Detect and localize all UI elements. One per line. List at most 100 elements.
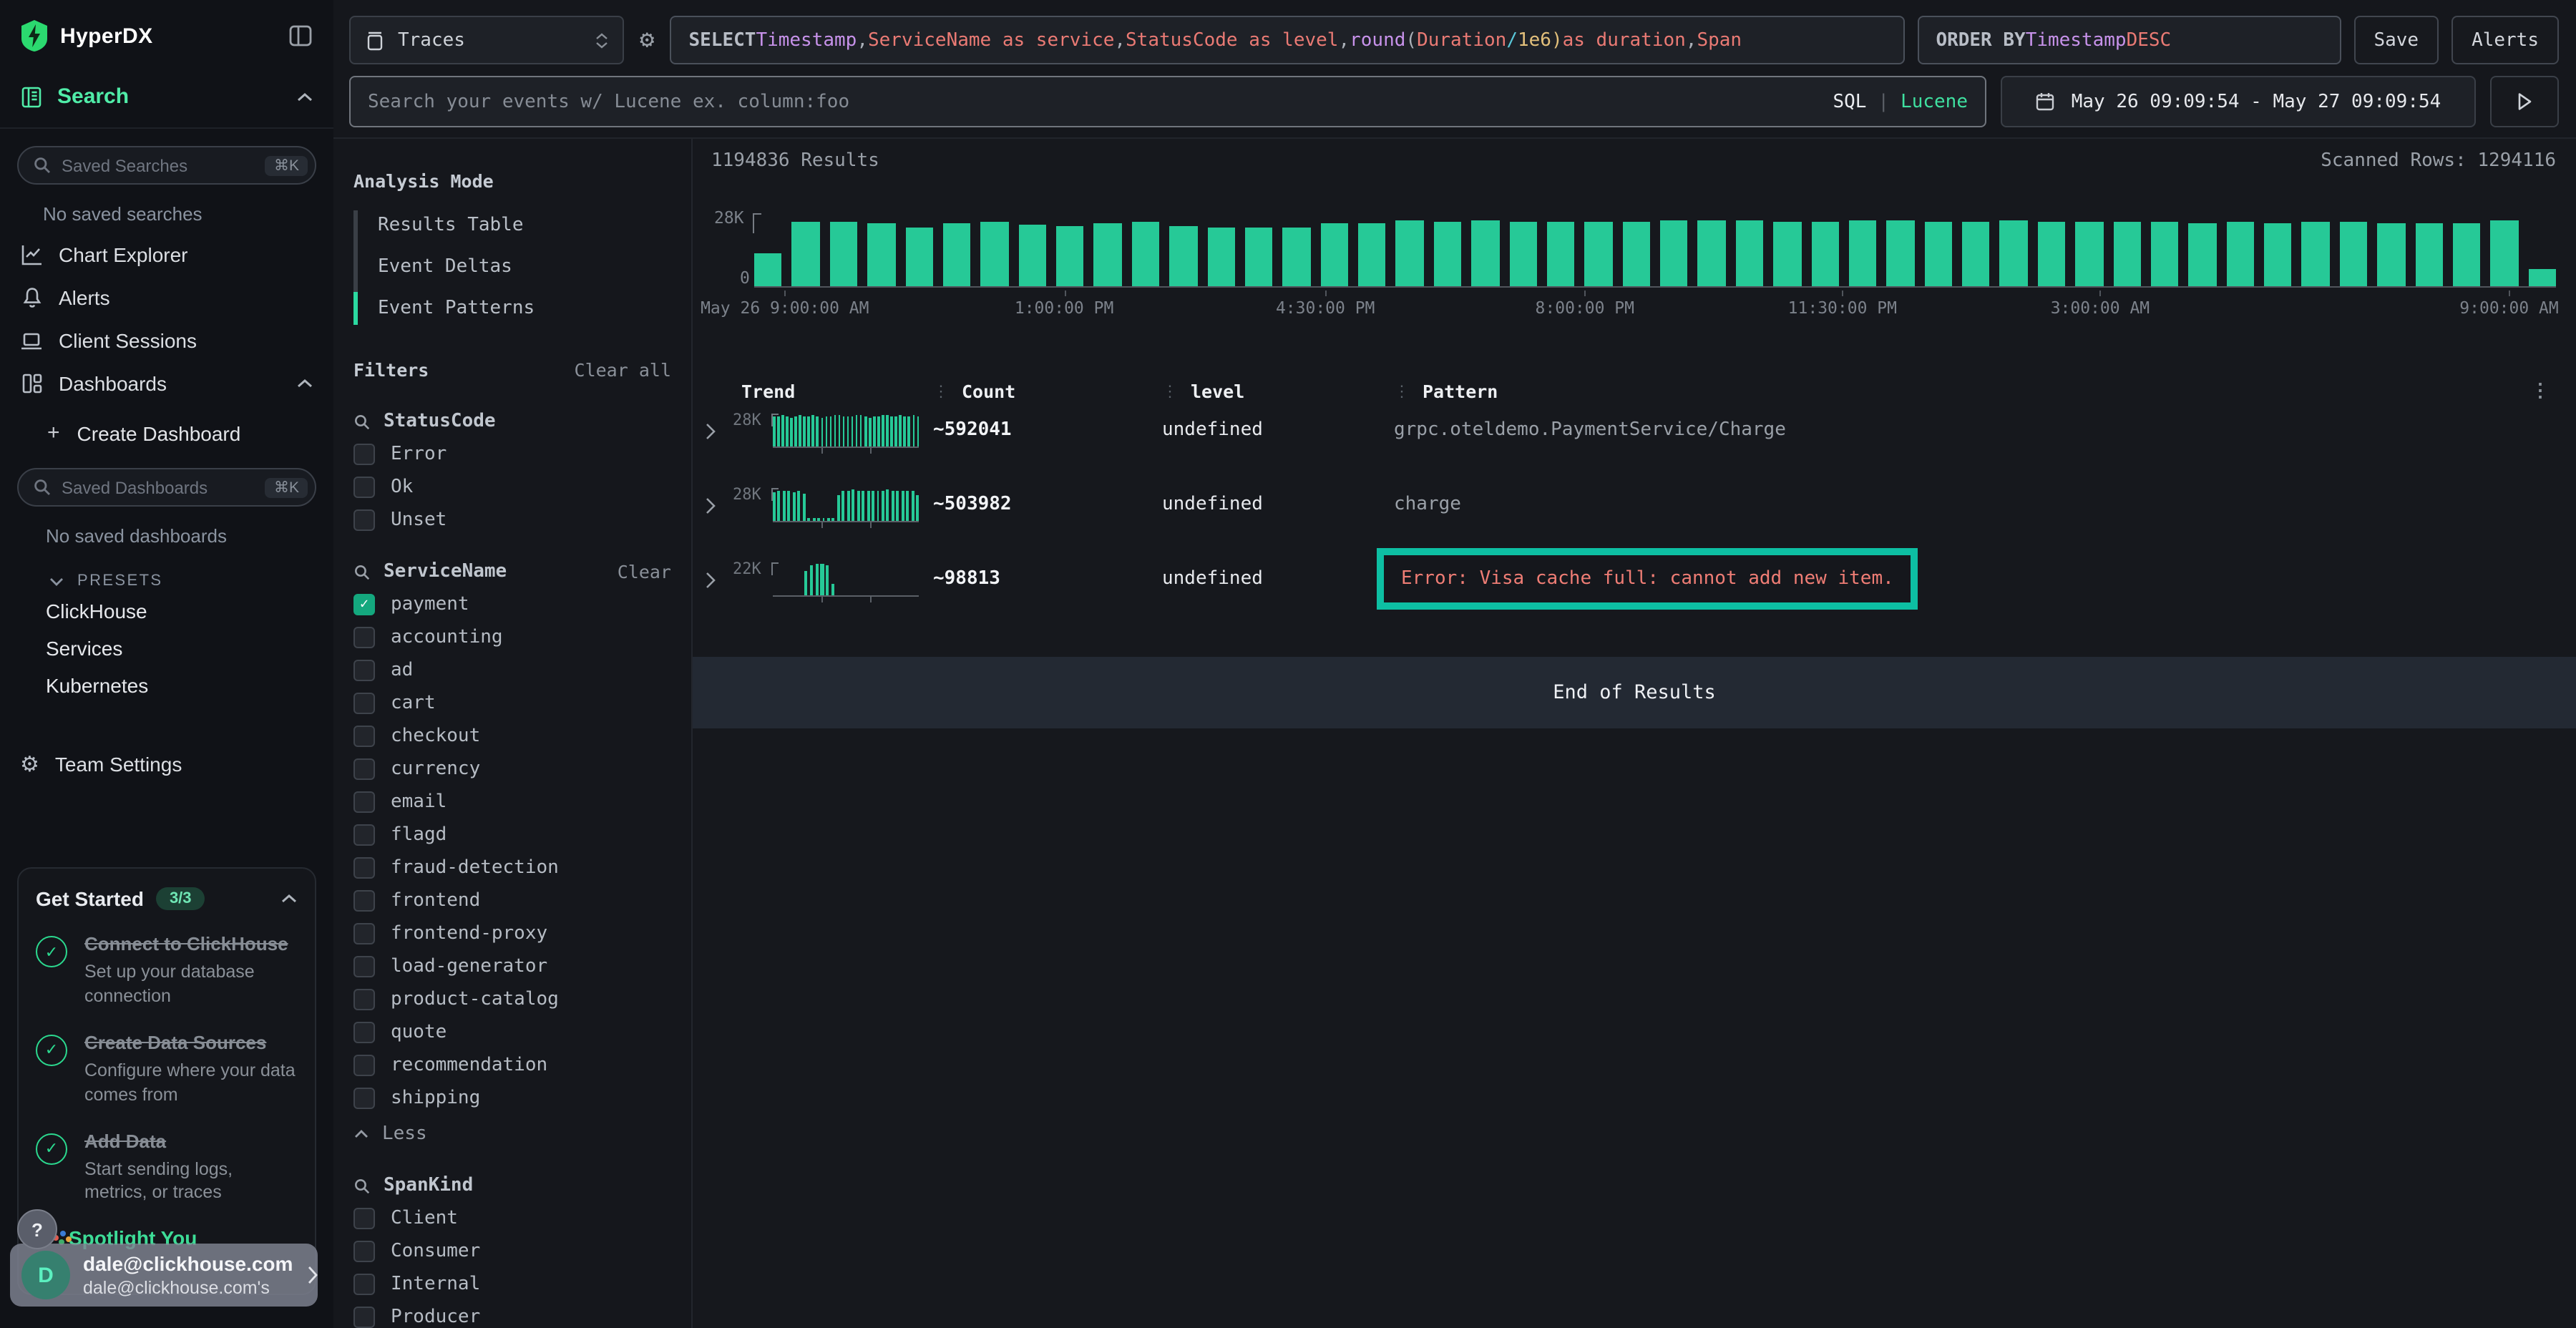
checkbox-icon[interactable]: [353, 627, 375, 648]
checkbox-icon[interactable]: [353, 477, 375, 498]
preset-item-services[interactable]: Services: [0, 630, 333, 667]
checkbox-icon[interactable]: [353, 444, 375, 465]
filter-option[interactable]: Consumer: [353, 1241, 671, 1262]
filter-option[interactable]: email: [353, 791, 671, 813]
filter-option[interactable]: Error: [353, 444, 671, 465]
source-selector[interactable]: Traces: [349, 16, 624, 64]
filter-option[interactable]: product-catalog: [353, 989, 671, 1010]
filter-option[interactable]: cart: [353, 693, 671, 714]
filter-option[interactable]: ✓payment: [353, 594, 671, 615]
row-expand-chevron-icon[interactable]: [698, 485, 733, 542]
checkbox-icon[interactable]: [353, 923, 375, 944]
checkbox-icon[interactable]: [353, 693, 375, 714]
pattern-row[interactable]: 22K~98813undefinedError: Visa cache full…: [698, 560, 2556, 617]
filter-option[interactable]: currency: [353, 758, 671, 780]
column-handle-icon[interactable]: ⋮: [1162, 381, 1178, 400]
get-started-item[interactable]: ✓ Add Data Start sending logs, metrics, …: [36, 1128, 298, 1206]
lucene-toggle-label[interactable]: Lucene: [1901, 91, 1968, 112]
pattern-row[interactable]: 28K~592041undefinedgrpc.oteldemo.Payment…: [698, 411, 2556, 468]
sidebar-item-chart-explorer[interactable]: Chart Explorer: [0, 233, 333, 276]
column-handle-icon[interactable]: ⋮: [1394, 381, 1410, 400]
user-menu[interactable]: D dale@clickhouse.com dale@clickhouse.co…: [10, 1244, 318, 1307]
alerts-button[interactable]: Alerts: [2451, 16, 2559, 64]
get-started-item[interactable]: ✓ Connect to ClickHouse Set up your data…: [36, 932, 298, 1009]
show-less-button[interactable]: Less: [353, 1123, 671, 1145]
presets-toggle[interactable]: PRESETS: [0, 555, 333, 592]
sidebar-item-dashboards[interactable]: Dashboards: [0, 362, 333, 405]
analysis-mode-option[interactable]: Event Deltas: [358, 252, 671, 282]
filter-option[interactable]: flagd: [353, 824, 671, 846]
checkbox-icon[interactable]: [353, 509, 375, 531]
sql-orderby-editor[interactable]: ORDER BY Timestamp DESC: [1917, 16, 2341, 64]
filter-option[interactable]: frontend-proxy: [353, 923, 671, 944]
checkbox-icon[interactable]: [353, 791, 375, 813]
checkbox-icon[interactable]: [353, 1022, 375, 1043]
filter-option[interactable]: ad: [353, 660, 671, 681]
help-button[interactable]: ?: [17, 1209, 57, 1249]
sql-toggle-label[interactable]: SQL: [1833, 91, 1866, 112]
filter-option[interactable]: Client: [353, 1208, 671, 1229]
preset-item-clickhouse[interactable]: ClickHouse: [0, 592, 333, 630]
row-expand-chevron-icon[interactable]: [698, 560, 733, 617]
saved-searches-input[interactable]: Saved Searches ⌘K: [17, 146, 316, 185]
get-started-item[interactable]: ✓ Create Data Sources Configure where yo…: [36, 1030, 298, 1108]
filter-option[interactable]: Producer: [353, 1307, 671, 1328]
chevron-up-icon[interactable]: [296, 378, 313, 389]
column-header-pattern[interactable]: ⋮Pattern: [1394, 380, 2524, 401]
filter-option[interactable]: Internal: [353, 1274, 671, 1295]
create-dashboard-button[interactable]: + Create Dashboard: [0, 405, 333, 451]
filter-option[interactable]: Ok: [353, 477, 671, 498]
filter-option[interactable]: accounting: [353, 627, 671, 648]
sidebar-item-client-sessions[interactable]: Client Sessions: [0, 319, 333, 362]
column-handle-icon[interactable]: ⋮: [933, 381, 949, 400]
table-menu-icon[interactable]: ⋮: [2524, 380, 2556, 401]
checkbox-icon[interactable]: [353, 758, 375, 780]
analysis-mode-option[interactable]: Results Table: [358, 210, 671, 240]
save-button[interactable]: Save: [2353, 16, 2439, 64]
checkbox-icon[interactable]: [353, 1274, 375, 1295]
filter-option[interactable]: fraud-detection: [353, 857, 671, 879]
column-header-level[interactable]: ⋮level: [1162, 380, 1394, 401]
checkbox-icon[interactable]: [353, 1208, 375, 1229]
checkbox-icon[interactable]: [353, 726, 375, 747]
filter-option[interactable]: quote: [353, 1022, 671, 1043]
checkbox-icon[interactable]: [353, 1055, 375, 1076]
error-pattern-highlight[interactable]: Error: Visa cache full: cannot add new i…: [1377, 548, 1918, 610]
checkbox-checked-icon[interactable]: ✓: [353, 594, 375, 615]
filter-option[interactable]: load-generator: [353, 956, 671, 977]
checkbox-icon[interactable]: [353, 956, 375, 977]
checkbox-icon[interactable]: [353, 824, 375, 846]
sidebar-collapse-icon[interactable]: [288, 23, 313, 49]
filter-option[interactable]: checkout: [353, 726, 671, 747]
chevron-up-icon[interactable]: [280, 893, 298, 904]
run-query-button[interactable]: [2490, 76, 2559, 127]
sidebar-item-team-settings[interactable]: ⚙ Team Settings: [0, 738, 333, 790]
column-header-trend[interactable]: Trend: [733, 380, 933, 401]
query-language-toggle[interactable]: SQL | Lucene: [1833, 91, 1968, 112]
checkbox-icon[interactable]: [353, 857, 375, 879]
checkbox-icon[interactable]: [353, 890, 375, 912]
row-expand-chevron-icon[interactable]: [698, 411, 733, 468]
filter-clear-button[interactable]: Clear: [618, 561, 671, 582]
pattern-row[interactable]: 28K~503982undefinedcharge: [698, 485, 2556, 542]
histogram-bars[interactable]: [754, 219, 2556, 288]
filter-option[interactable]: frontend: [353, 890, 671, 912]
sidebar-item-search[interactable]: Search: [0, 66, 333, 129]
checkbox-icon[interactable]: [353, 1241, 375, 1262]
sql-select-editor[interactable]: SELECT Timestamp, ServiceName as service…: [670, 16, 1905, 64]
sidebar-item-alerts[interactable]: Alerts: [0, 276, 333, 319]
column-header-count[interactable]: ⋮Count: [933, 380, 1162, 401]
chevron-up-icon[interactable]: [296, 91, 313, 102]
checkbox-icon[interactable]: [353, 1088, 375, 1109]
time-range-picker[interactable]: May 26 09:09:54 - May 27 09:09:54: [2001, 76, 2476, 127]
analysis-mode-option[interactable]: Event Patterns: [358, 293, 671, 323]
filter-option[interactable]: Unset: [353, 509, 671, 531]
filter-option[interactable]: recommendation: [353, 1055, 671, 1076]
event-search-input[interactable]: Search your events w/ Lucene ex. column:…: [349, 76, 1986, 127]
checkbox-icon[interactable]: [353, 1307, 375, 1328]
filter-option[interactable]: shipping: [353, 1088, 671, 1109]
checkbox-icon[interactable]: [353, 660, 375, 681]
preset-item-kubernetes[interactable]: Kubernetes: [0, 667, 333, 704]
checkbox-icon[interactable]: [353, 989, 375, 1010]
source-settings-gear-icon[interactable]: ⚙: [637, 16, 658, 64]
